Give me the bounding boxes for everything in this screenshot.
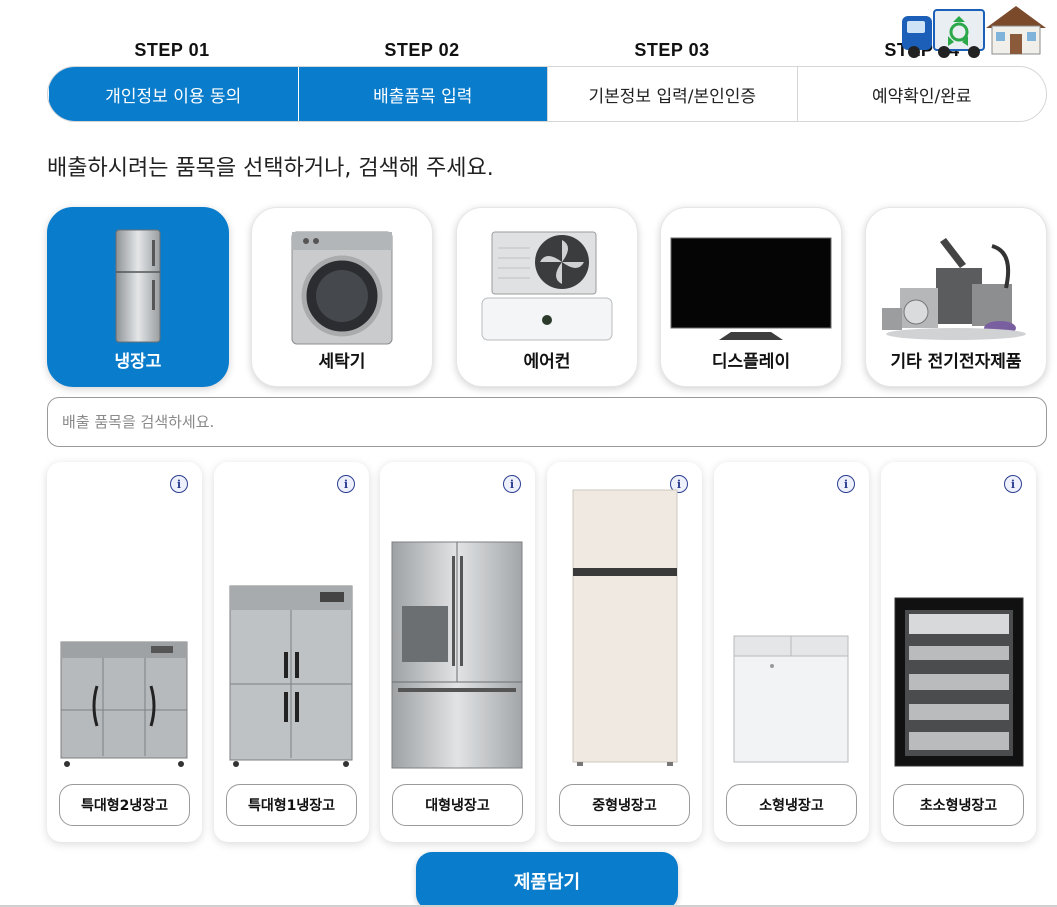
french-door-fridge-icon (391, 541, 523, 769)
category-label: 냉장고 (114, 352, 162, 372)
product-card[interactable]: i 중형냉장고 (547, 462, 702, 842)
step-2-item-input[interactable]: 배출품목 입력 (297, 67, 547, 121)
product-card[interactable]: i 특대형2냉장고 (47, 462, 202, 842)
category-washing-machine[interactable]: 세탁기 (251, 207, 433, 387)
chest-freezer-icon (733, 635, 849, 763)
category-air-conditioner[interactable]: 에어컨 (456, 207, 638, 387)
step-3-basic-info[interactable]: 기본정보 입력/본인인증 (547, 67, 797, 121)
category-label: 디스플레이 (711, 352, 791, 372)
product-card[interactable]: i 특대형1냉장고 (214, 462, 369, 842)
washing-machine-icon (252, 224, 432, 349)
category-selector: 냉장고 세탁기 에어컨 디스플레이 기타 전기전자제품 (47, 207, 1047, 387)
category-label: 기타 전기전자제품 (890, 352, 1022, 372)
product-list: i 특대형2냉장고 i 특대형1냉장고 i 대형냉장고 i 중형냉장고 i 소형… (47, 462, 1037, 842)
product-select-button[interactable]: 대형냉장고 (392, 784, 523, 826)
product-select-button[interactable]: 소형냉장고 (726, 784, 857, 826)
product-card[interactable]: i 초소형냉장고 (881, 462, 1036, 842)
commercial-fridge-4door-icon (229, 585, 353, 767)
product-card[interactable]: i 소형냉장고 (714, 462, 869, 842)
step-1-privacy-consent[interactable]: 개인정보 이용 동의 (48, 67, 298, 121)
category-refrigerator[interactable]: 냉장고 (47, 207, 229, 387)
recycling-truck-house-icon (902, 6, 1046, 58)
refrigerator-icon (48, 224, 228, 349)
mini-fridge-icon (894, 597, 1024, 767)
category-label: 세탁기 (318, 352, 366, 372)
category-other-appliances[interactable]: 기타 전기전자제품 (865, 207, 1047, 387)
step-label-2: STEP 02 (384, 40, 460, 60)
air-conditioner-icon (457, 224, 637, 349)
add-product-button[interactable]: 제품담기 (416, 852, 678, 907)
commercial-fridge-6door-icon (60, 641, 188, 767)
step-label-1: STEP 01 (134, 40, 210, 60)
step-labels: STEP 01 STEP 02 STEP 03 STEP 04 (47, 40, 1047, 62)
product-select-button[interactable]: 특대형2냉장고 (59, 784, 190, 826)
page-instruction: 배출하시려는 품목을 선택하거나, 검색해 주세요. (47, 156, 494, 181)
category-display[interactable]: 디스플레이 (660, 207, 842, 387)
product-select-button[interactable]: 초소형냉장고 (893, 784, 1024, 826)
product-select-button[interactable]: 특대형1냉장고 (226, 784, 357, 826)
step-label-3: STEP 03 (634, 40, 710, 60)
product-card[interactable]: i 대형냉장고 (380, 462, 535, 842)
category-label: 에어컨 (523, 352, 571, 372)
display-icon (661, 224, 841, 349)
search-input[interactable] (47, 397, 1047, 447)
step-progress-bar: 개인정보 이용 동의 배출품목 입력 기본정보 입력/본인인증 예약확인/완료 (47, 66, 1047, 122)
product-select-button[interactable]: 중형냉장고 (559, 784, 690, 826)
step-4-confirm[interactable]: 예약확인/완료 (796, 67, 1047, 121)
two-door-fridge-icon (572, 489, 678, 766)
appliances-icon (866, 224, 1046, 349)
